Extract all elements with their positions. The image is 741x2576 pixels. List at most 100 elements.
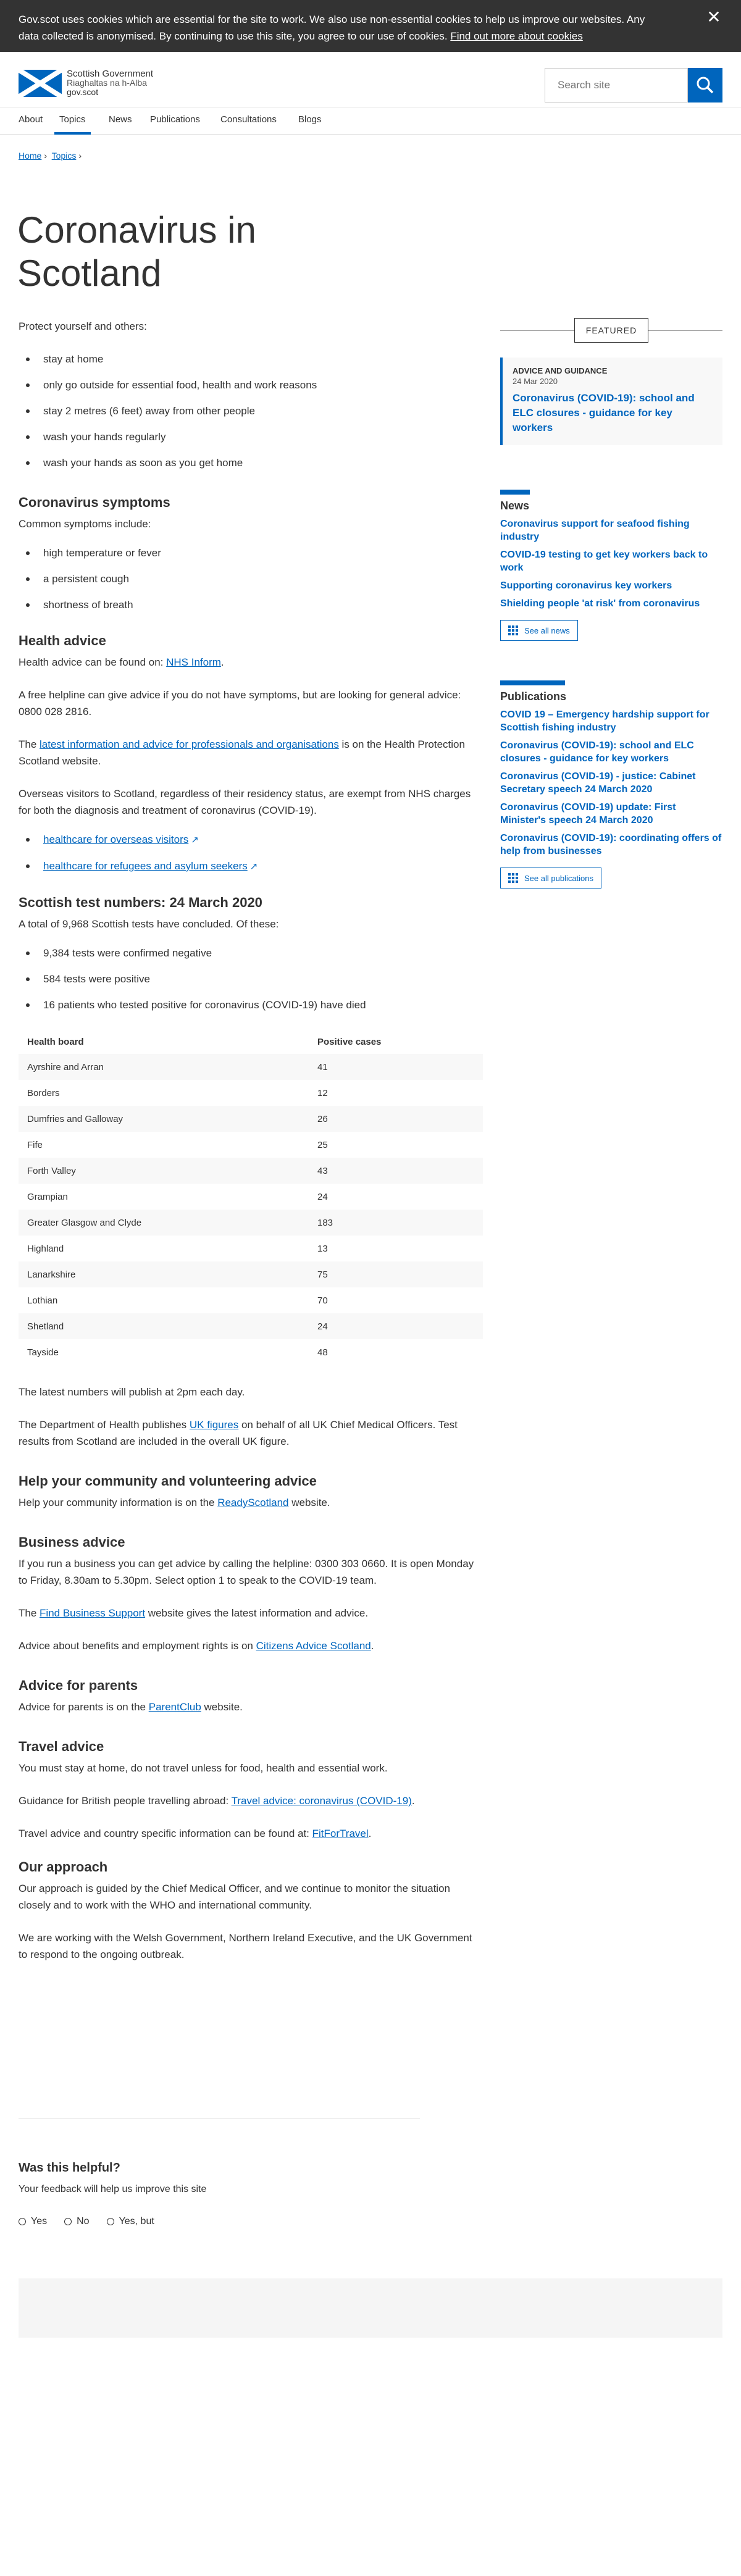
feedback-yes-but-radio[interactable]: Yes, but (106, 2216, 154, 2227)
page-title: Coronavirus in Scotland (17, 209, 256, 294)
breadcrumb-topics[interactable]: Topics (52, 151, 77, 161)
symptoms-list: high temperature or fever a persistent c… (19, 545, 483, 613)
featured-title-link[interactable]: Coronavirus (COVID-19): school and ELC c… (513, 391, 714, 435)
grid-icon (508, 873, 518, 883)
list-item: shortness of breath (19, 596, 483, 613)
find-business-support-link[interactable]: Find Business Support (40, 1607, 145, 1619)
table-header-cases: Positive cases (317, 1036, 382, 1047)
feedback-heading: Was this helpful? (19, 2161, 120, 2175)
publication-link[interactable]: Coronavirus (COVID-19) - justice: Cabine… (500, 770, 722, 796)
search-form (545, 68, 722, 102)
overseas-visitors-link[interactable]: healthcare for overseas visitors (43, 834, 199, 845)
travel-p2-pre: Guidance for British people travelling a… (19, 1795, 232, 1807)
health-overseas: Overseas visitors to Scotland, regardles… (19, 788, 471, 816)
table-cell: 183 (309, 1210, 483, 1236)
approach-heading: Our approach (19, 1859, 108, 1875)
parents-text: Advice for parents is on the ParentClub … (19, 1699, 483, 1715)
publications-block: Publications COVID 19 – Emergency hardsh… (500, 680, 722, 889)
site-header: Scottish Government Riaghaltas na h-Alba… (0, 52, 741, 107)
ready-scotland-link[interactable]: ReadyScotland (217, 1497, 288, 1508)
search-icon (697, 77, 714, 94)
feedback-no-radio[interactable]: No (64, 2216, 90, 2227)
table-row: Tayside 48 (19, 1339, 483, 1365)
list-item: healthcare for overseas visitors (19, 831, 483, 848)
publications-accent-bar (500, 680, 565, 685)
see-all-publications-button[interactable]: See all publications (500, 868, 602, 889)
business-p3-post: . (371, 1640, 374, 1652)
symptoms-heading: Coronavirus symptoms (19, 495, 170, 510)
feedback-options: Yes No Yes, but (19, 2216, 513, 2227)
breadcrumb-home[interactable]: Home (19, 151, 41, 161)
parentclub-link[interactable]: ParentClub (149, 1701, 201, 1713)
community-text: Help your community information is on th… (19, 1494, 483, 1511)
table-row: Greater Glasgow and Clyde 183 (19, 1210, 483, 1236)
travel-advice-link[interactable]: Travel advice: coronavirus (COVID-19) (232, 1795, 412, 1807)
table-cell: 24 (309, 1313, 483, 1339)
protect-intro: Protect yourself and others: (19, 320, 147, 332)
citizens-advice-link[interactable]: Citizens Advice Scotland (256, 1640, 371, 1652)
list-item: only go outside for essential food, heal… (19, 377, 483, 393)
close-icon[interactable]: ✕ (705, 9, 722, 26)
radio-label: No (77, 2216, 90, 2227)
feedback-yes-radio[interactable]: Yes (19, 2216, 47, 2227)
radio-icon (64, 2218, 72, 2225)
see-all-news-label: See all news (524, 625, 570, 635)
cookie-info-link[interactable]: Find out more about cookies (450, 30, 583, 42)
approach-p1: Our approach is guided by the Chief Medi… (19, 1883, 450, 1911)
table-cell: 24 (317, 1191, 328, 1202)
search-input[interactable] (545, 68, 688, 102)
publication-link[interactable]: Coronavirus (COVID-19) update: First Min… (500, 801, 722, 827)
business-p2-post: website gives the latest information and… (145, 1607, 369, 1619)
nav-publications[interactable]: Publications (150, 107, 200, 135)
professionals-info-link[interactable]: latest information and advice for profes… (40, 738, 339, 750)
radio-icon (19, 2218, 26, 2225)
fitfortravel-link[interactable]: FitForTravel (312, 1828, 369, 1839)
nav-about[interactable]: About (19, 107, 43, 135)
table-row: Forth Valley 43 (19, 1158, 483, 1184)
health-p1: Health advice can be found on: NHS Infor… (19, 656, 224, 668)
business-p2: The Find Business Support website gives … (19, 1605, 483, 1621)
publications-title: Publications (500, 690, 567, 703)
refugees-link[interactable]: healthcare for refugees and asylum seeke… (43, 860, 257, 872)
uk-figures-link[interactable]: UK figures (190, 1419, 238, 1431)
table-cell: Grampian (27, 1191, 68, 1202)
radio-label: Yes, but (119, 2216, 154, 2227)
table-row: Lanarkshire 75 (19, 1261, 483, 1287)
publication-link[interactable]: Coronavirus (COVID-19): coordinating off… (500, 832, 722, 858)
news-link[interactable]: Supporting coronavirus key workers (500, 579, 722, 592)
list-item: wash your hands regularly (19, 429, 483, 445)
nav-news[interactable]: News (109, 107, 132, 135)
logo-line-english: Scottish Government (67, 69, 154, 79)
table-cell: Fife (27, 1139, 43, 1150)
travel-p3: Travel advice and country specific infor… (19, 1825, 483, 1842)
radio-label: Yes (31, 2216, 48, 2227)
see-all-news-button[interactable]: See all news (500, 620, 578, 641)
health-links: healthcare for overseas visitors healthc… (19, 831, 483, 875)
travel-p1: You must stay at home, do not travel unl… (19, 1762, 388, 1774)
nav-topics[interactable]: Topics (54, 107, 91, 135)
table-row: Lothian 70 (19, 1287, 483, 1313)
nav-blogs[interactable]: Blogs (298, 107, 322, 135)
site-logo[interactable]: Scottish Government Riaghaltas na h-Alba… (19, 69, 153, 97)
feedback-section: Was this helpful? Your feedback will hel… (19, 2161, 513, 2227)
list-item: wash your hands as soon as you get home (19, 454, 483, 471)
news-link[interactable]: Coronavirus support for seafood fishing … (500, 517, 722, 543)
list-item: 9,384 tests were confirmed negative (19, 945, 483, 961)
news-link[interactable]: COVID-19 testing to get key workers back… (500, 548, 722, 574)
nhs-inform-link[interactable]: NHS Inform (166, 656, 221, 668)
search-button[interactable] (688, 68, 722, 102)
business-p2-pre: The (19, 1607, 40, 1619)
health-p3-pre: The (19, 738, 40, 750)
health-p1-text: Health advice can be found on: (19, 656, 167, 668)
table-cell: 75 (309, 1261, 483, 1287)
news-title: News (500, 500, 530, 512)
publication-link[interactable]: Coronavirus (COVID-19): school and ELC c… (500, 739, 722, 765)
see-all-publications-label: See all publications (524, 873, 594, 883)
publication-link[interactable]: COVID 19 – Emergency hardship support fo… (500, 708, 722, 734)
news-link[interactable]: Shielding people 'at risk' from coronavi… (500, 597, 722, 610)
nav-consultations[interactable]: Consultations (220, 107, 277, 135)
list-item: stay at home (19, 351, 483, 367)
featured-card[interactable]: Advice and guidance 24 Mar 2020 Coronavi… (500, 358, 722, 445)
featured-date: 24 Mar 2020 (513, 377, 558, 386)
table-row: Highland 13 (19, 1236, 483, 1261)
